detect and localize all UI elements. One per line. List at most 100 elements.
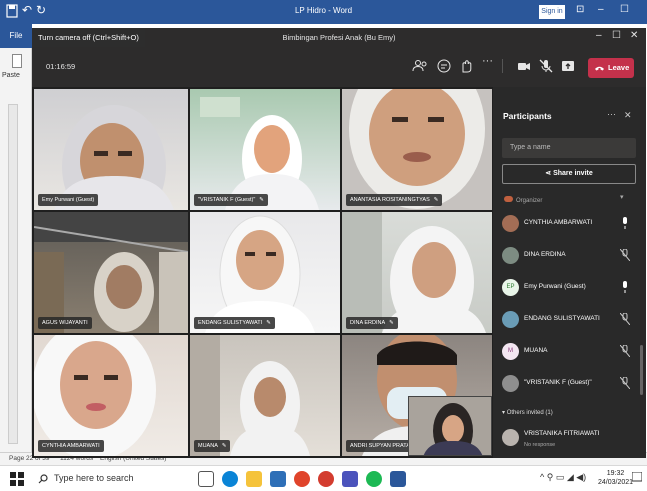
windows-start-icon[interactable] (10, 472, 24, 486)
others-invited-header[interactable]: ▾ Others invited (1) (502, 409, 553, 416)
participant-row[interactable]: ENDANG SULISTYAWATI (502, 309, 638, 331)
participant-search-input[interactable]: Type a name (502, 138, 636, 158)
invited-row[interactable]: VRISTANIKA FITRIAWATI No response (502, 427, 638, 449)
system-tray[interactable]: ^ ⚲ ▭ ◢ ◀) (540, 472, 586, 483)
avatar: EP (502, 279, 519, 296)
chevron-down-icon[interactable]: ▾ (620, 193, 624, 201)
invited-name: VRISTANIKA FITRIAWATI (524, 430, 600, 437)
participant-name: ENDANG SULISTYAWATI (524, 315, 600, 322)
participant-name: DINA ERDINA (524, 251, 566, 258)
app-icon[interactable] (318, 471, 334, 487)
paste-icon[interactable] (12, 54, 22, 68)
participant-video (54, 105, 174, 210)
avatar (502, 215, 519, 232)
participant-row[interactable]: "VRISTANIK F (Guest)" (502, 373, 638, 395)
camera-icon[interactable] (516, 58, 532, 74)
video-tile[interactable]: ANANTASIA ROSITANINGTYAS ✎ (342, 89, 492, 210)
avatar (502, 375, 519, 392)
organizer-label: Organizer (516, 198, 543, 204)
task-view-icon[interactable] (198, 471, 214, 487)
chat-icon[interactable] (436, 58, 452, 74)
avatar (502, 247, 519, 264)
participant-name: Emy Purwani (Guest) (524, 283, 586, 290)
tile-name: CYNTHIA AMBARWATI (42, 443, 100, 449)
edge-icon[interactable] (222, 471, 238, 487)
teams-icon[interactable] (342, 471, 358, 487)
paste-label: Paste (2, 72, 20, 79)
maximize-icon[interactable]: ☐ (620, 4, 629, 15)
camera-tooltip: Turn camera off (Ctrl+Shift+O) (32, 28, 145, 47)
meeting-controls-bar: 01:16:59 ··· Leave (32, 47, 646, 87)
file-explorer-icon[interactable] (246, 471, 262, 487)
mic-muted-icon[interactable] (538, 58, 554, 74)
tile-name-label: MUANA ✎ (194, 440, 231, 452)
participant-video (205, 215, 315, 333)
video-tile[interactable]: ENDANG SULISTYAWATI ✎ (190, 212, 340, 333)
taskbar-search-placeholder: Type here to search (54, 473, 134, 483)
video-tile[interactable]: MUANA ✎ (190, 335, 340, 456)
panel-more-icon[interactable]: ··· (607, 109, 616, 119)
mic-muted-icon (620, 249, 630, 261)
share-invite-button[interactable]: ⋖ Share invite (502, 164, 636, 184)
mic-icon (623, 217, 627, 229)
spotify-icon[interactable] (366, 471, 382, 487)
vertical-ruler (8, 104, 18, 444)
tile-name-label: "VRISTANIK F (Guest)" ✎ (194, 194, 268, 206)
panel-scrollbar[interactable] (640, 345, 643, 395)
chrome-icon[interactable] (294, 471, 310, 487)
panel-close-icon[interactable]: ✕ (624, 110, 632, 121)
reactions-icon[interactable] (458, 58, 474, 74)
ribbon-display-icon[interactable]: ⊡ (576, 4, 584, 15)
leave-label: Leave (608, 63, 630, 72)
teams-maximize-icon[interactable]: ☐ (612, 30, 621, 41)
clock-date: 24/03/2021 (598, 479, 634, 486)
share-screen-icon[interactable] (560, 58, 576, 74)
word-icon[interactable] (390, 471, 406, 487)
pin-icon: ✎ (433, 197, 439, 203)
notification-icon[interactable] (632, 472, 642, 484)
phone-hangup-icon (595, 66, 604, 71)
video-tile[interactable]: "VRISTANIK F (Guest)" ✎ (190, 89, 340, 210)
participant-video (349, 89, 485, 209)
invite-status: No response (524, 442, 556, 448)
video-tile[interactable]: Emy Purwani (Guest) (34, 89, 188, 210)
minimize-icon[interactable]: – (598, 4, 604, 15)
participant-video (190, 335, 310, 456)
participant-video (34, 212, 188, 333)
tile-name: Emy Purwani (Guest) (42, 197, 95, 203)
search-placeholder: Type a name (510, 144, 551, 151)
video-tile[interactable]: AGUS WIJAYANTI (34, 212, 188, 333)
mail-icon[interactable] (270, 471, 286, 487)
taskbar-search-box[interactable]: Type here to search (34, 469, 188, 489)
more-options-icon[interactable]: ··· (482, 55, 498, 71)
participant-row[interactable]: M MUANA (502, 341, 638, 363)
others-invited-label: Others invited (1) (506, 410, 553, 416)
pin-icon: ✎ (259, 197, 264, 203)
tile-name-label: DINA ERDINA ✎ (346, 317, 398, 329)
participant-row[interactable]: DINA ERDINA (502, 245, 638, 267)
participant-row[interactable]: EP Emy Purwani (Guest) (502, 277, 638, 299)
video-tile[interactable]: CYNTHIA AMBARWATI (34, 335, 188, 456)
video-tile[interactable]: DINA ERDINA ✎ (342, 212, 492, 333)
teams-minimize-icon[interactable]: – (596, 30, 602, 41)
mic-muted-icon (620, 377, 630, 389)
organizer-section-label[interactable]: Organizer (504, 196, 542, 204)
mic-icon (623, 281, 627, 293)
teams-close-icon[interactable]: ✕ (630, 30, 638, 41)
leave-button[interactable]: Leave (588, 58, 634, 78)
self-view-video[interactable] (408, 396, 492, 456)
participants-panel: Participants ··· ✕ Type a name ⋖ Share i… (493, 87, 646, 458)
clock[interactable]: 19:32 24/03/2021 (598, 469, 633, 487)
tile-name: AGUS WIJAYANTI (42, 320, 88, 326)
file-tab[interactable]: File (0, 24, 32, 48)
org-avatar-icon (504, 196, 513, 202)
participant-row[interactable]: CYNTHIA AMBARWATI (502, 213, 638, 235)
mic-muted-icon (620, 345, 630, 357)
self-video (423, 403, 483, 455)
word-titlebar: ↶ ↻ LP Hidro - Word Sign in ⊡ – ☐ (0, 0, 647, 24)
tile-name-label: ANANTASIA ROSITANINGTYAS ✎ (346, 194, 443, 206)
pin-icon: ✎ (266, 320, 271, 326)
sign-in-button[interactable]: Sign in (539, 5, 565, 19)
participants-icon[interactable] (412, 58, 428, 74)
tile-name-label: CYNTHIA AMBARWATI (38, 440, 104, 452)
